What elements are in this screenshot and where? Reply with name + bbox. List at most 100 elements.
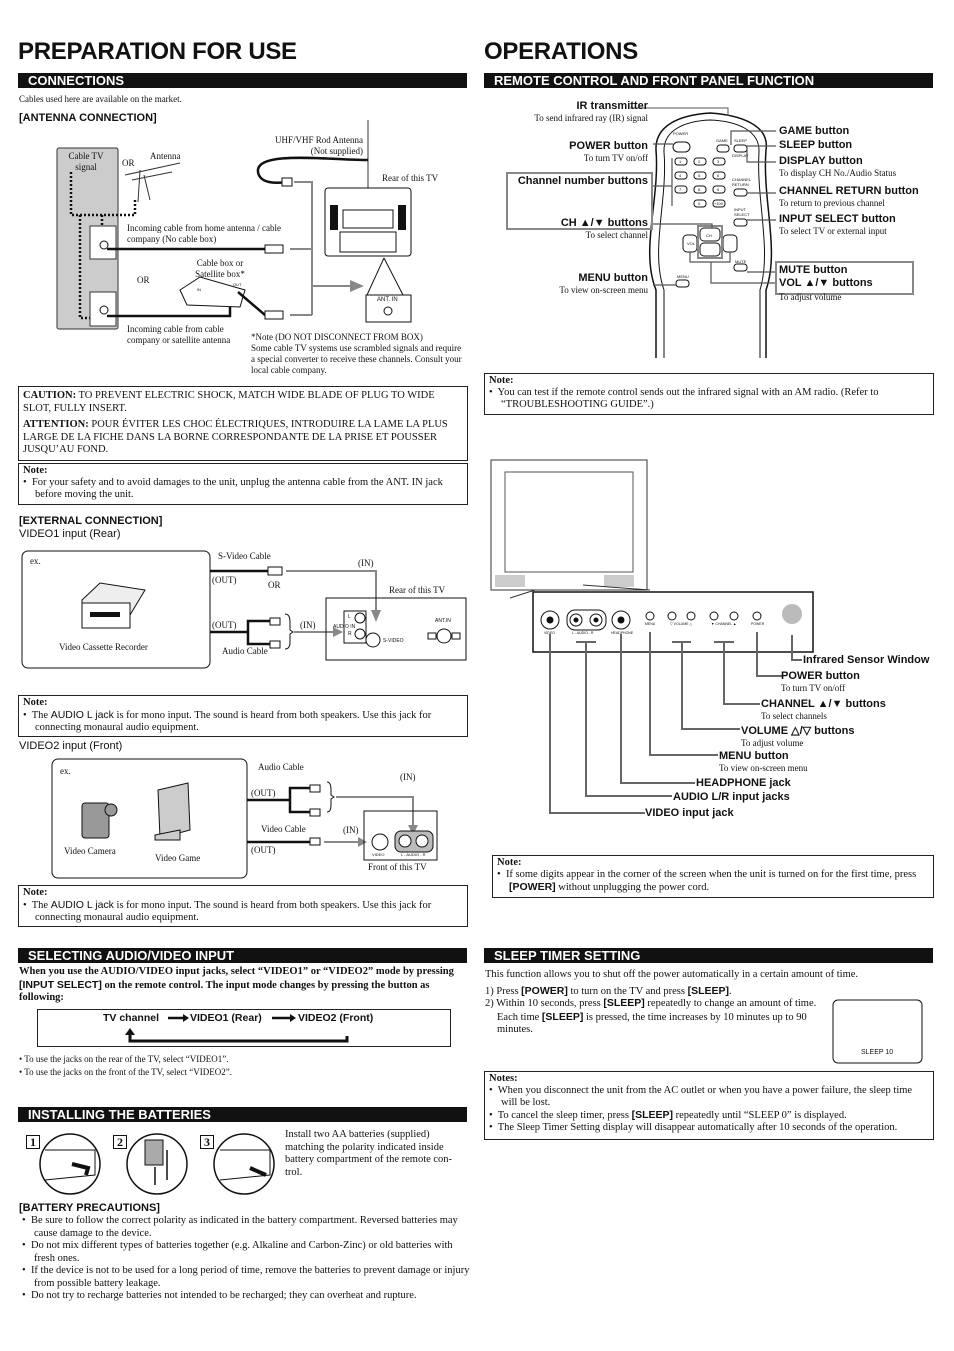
t: 2) Within 10 seconds, press bbox=[485, 998, 604, 1009]
digit-4[interactable]: 4 bbox=[679, 173, 681, 178]
game-callout: GAME button bbox=[779, 125, 850, 137]
remote-sleep-label: SLEEP bbox=[734, 138, 747, 143]
flow-video2: VIDEO2 (Front) bbox=[298, 1012, 374, 1024]
note-text: The Sleep Timer Setting display will dis… bbox=[497, 1122, 898, 1133]
selecting-bullet-front: • To use the jacks on the front of the T… bbox=[19, 1067, 232, 1077]
box-in-label: IN bbox=[197, 287, 201, 292]
caution-text: CAUTION: TO PREVENT ELECTRIC SHOCK, MATC… bbox=[23, 390, 463, 415]
cable-tv-signal-label: Cable TV signal bbox=[68, 151, 104, 172]
svideo-cable-label: S-Video Cable bbox=[218, 551, 271, 561]
vcr-label: Video Cassette Recorder bbox=[59, 642, 148, 652]
input-select-key: [INPUT SELECT] bbox=[19, 978, 102, 991]
notes-title: Notes: bbox=[489, 1073, 518, 1084]
out-label-2: (OUT) bbox=[212, 620, 237, 630]
note-audio-l-2: Note: • The AUDIO L jack is for mono inp… bbox=[18, 885, 468, 927]
digit-5[interactable]: 5 bbox=[698, 173, 700, 178]
display-desc: To display CH No./Audio Status bbox=[779, 168, 897, 178]
ex-label-2: ex. bbox=[60, 766, 71, 776]
digit-7[interactable]: 7 bbox=[679, 187, 681, 192]
note-antenna: Note: • For your safety and to avoid dam… bbox=[18, 463, 468, 505]
note-bullet: • When you disconnect the unit from the … bbox=[489, 1085, 913, 1108]
sleep-key: [SLEEP] bbox=[603, 997, 645, 1009]
precaution-item: • Be sure to follow the correct polarity… bbox=[22, 1215, 458, 1239]
batteries-instructions: Install two AA batteries (supplied) matc… bbox=[285, 1129, 453, 1178]
remote-power-label: POWER bbox=[673, 131, 689, 136]
note-bullet: • The Sleep Timer Setting display will d… bbox=[489, 1122, 898, 1133]
ch-title: CH ▲/▼ buttons bbox=[560, 217, 648, 229]
not-supplied-text: (Not supplied) bbox=[310, 146, 363, 156]
remote-mute-label: MUTE bbox=[735, 259, 747, 264]
note-text: When you disconnect the unit from the AC… bbox=[497, 1085, 913, 1108]
digit-3[interactable]: 3 bbox=[717, 159, 719, 164]
attention-label: ATTENTION: bbox=[23, 419, 89, 430]
digit-2[interactable]: 2 bbox=[698, 159, 700, 164]
digit-9[interactable]: 9 bbox=[717, 187, 719, 192]
flow-tv-channel: TV channel bbox=[103, 1012, 160, 1024]
panel-volume-callout: VOLUME △/▽ buttons To adjust volume bbox=[741, 725, 854, 749]
power-key: [POWER] bbox=[521, 985, 568, 997]
out-label-4: (OUT) bbox=[251, 845, 276, 855]
or-label-2: OR bbox=[137, 275, 150, 285]
t: 1) Press bbox=[485, 986, 522, 997]
in-label-2: (IN) bbox=[300, 620, 316, 630]
digit-8[interactable]: 8 bbox=[698, 187, 700, 192]
note-title: Note: bbox=[497, 857, 522, 868]
antin-label: ANT.IN bbox=[435, 618, 451, 624]
selecting-header: SELECTING AUDIO/VIDEO INPUT bbox=[18, 948, 467, 963]
menu-title: MENU button bbox=[578, 272, 648, 284]
cable-box-note: *Note (DO NOT DISCONNECT FROM BOX) Some c… bbox=[251, 332, 466, 376]
rear-tv-label-2: Rear of this TV bbox=[389, 585, 446, 595]
note-title: Note: bbox=[23, 465, 48, 476]
precaution-text: If the device is not to be used for a lo… bbox=[30, 1265, 470, 1289]
flow-video1: VIDEO1 (Rear) bbox=[190, 1012, 262, 1024]
batteries-header: INSTALLING THE BATTERIES bbox=[18, 1107, 467, 1122]
cable-box-note-title: *Note (DO NOT DISCONNECT FROM BOX) bbox=[251, 332, 423, 342]
menu-title: MENU button bbox=[719, 750, 789, 762]
display-callout: DISPLAY button To display CH No./Audio St… bbox=[779, 155, 896, 179]
step-2-badge: 2 bbox=[113, 1135, 127, 1149]
antenna-label: Antenna bbox=[150, 151, 181, 161]
note-text-2: without unplugging the power cord. bbox=[555, 882, 710, 893]
mute-vol-callout: MUTE button VOL ▲/▼ buttons To adjust volu… bbox=[779, 264, 873, 303]
power-desc: To turn TV on/off bbox=[781, 683, 846, 693]
menu-desc: To view on-screen menu bbox=[559, 285, 648, 295]
panel-volume-label: ▽ VOLUME △ bbox=[670, 622, 693, 626]
step-1-badge: 1 bbox=[26, 1135, 40, 1149]
l-label: L bbox=[348, 614, 351, 620]
channel-number-callout: Channel number buttons bbox=[517, 175, 648, 187]
sleep-key: [SLEEP] bbox=[631, 1109, 674, 1121]
digit-6[interactable]: 6 bbox=[717, 173, 719, 178]
cable-box-note-body: Some cable TV systems use scrambled sign… bbox=[251, 343, 462, 375]
in-label: (IN) bbox=[358, 558, 374, 568]
precaution-text: Do not mix different types of batteries … bbox=[30, 1240, 453, 1264]
video-input-callout: VIDEO input jack bbox=[645, 807, 734, 819]
sleep-intro: This function allows you to shut off the… bbox=[485, 969, 859, 980]
precautions-heading: [BATTERY PRECAUTIONS] bbox=[19, 1202, 160, 1214]
headphone-callout: HEADPHONE jack bbox=[696, 777, 791, 789]
power-key: [POWER] bbox=[509, 881, 556, 893]
video1-heading: VIDEO1 input (Rear) bbox=[19, 528, 121, 540]
incoming-company-label: Incoming cable from cable company or sat… bbox=[127, 324, 231, 345]
in-label-4: (IN) bbox=[343, 825, 359, 835]
precaution-text: Be sure to follow the correct polarity a… bbox=[30, 1215, 458, 1239]
remote-ch-label: CH bbox=[706, 233, 712, 238]
note-bullet: • The AUDIO L jack is for mono input. Th… bbox=[23, 899, 432, 923]
note-audio-l-1: Note: • The AUDIO L jack is for mono inp… bbox=[18, 695, 468, 737]
input-desc: To select TV or external input bbox=[779, 226, 887, 236]
digit-1[interactable]: 1 bbox=[679, 159, 681, 164]
digit-plus100[interactable]: +100 bbox=[714, 201, 723, 206]
sleep-header: SLEEP TIMER SETTING bbox=[484, 948, 933, 963]
note-remote: Note: • You can test if the remote contr… bbox=[484, 373, 934, 415]
panel-channel-callout: CHANNEL ▲/▼ buttons To select channels bbox=[761, 698, 886, 722]
ant-in-label: ANT. IN bbox=[377, 297, 398, 303]
remote-vol-label: VOL bbox=[687, 241, 696, 246]
volume-desc: To adjust volume bbox=[741, 738, 804, 748]
ex-label: ex. bbox=[30, 556, 41, 566]
step-3-badge: 3 bbox=[200, 1135, 214, 1149]
digit-0[interactable]: 0 bbox=[698, 201, 700, 206]
video-jack-label: VIDEO bbox=[372, 852, 385, 857]
panel-menu-callout: MENU button To view on-screen menu bbox=[719, 750, 808, 774]
note-text-2: repeatedly until “SLEEP 0” is displayed. bbox=[673, 1110, 847, 1121]
sleep-key: [SLEEP] bbox=[541, 1010, 584, 1023]
note-bullet: • The AUDIO L jack is for mono input. Th… bbox=[23, 709, 432, 733]
